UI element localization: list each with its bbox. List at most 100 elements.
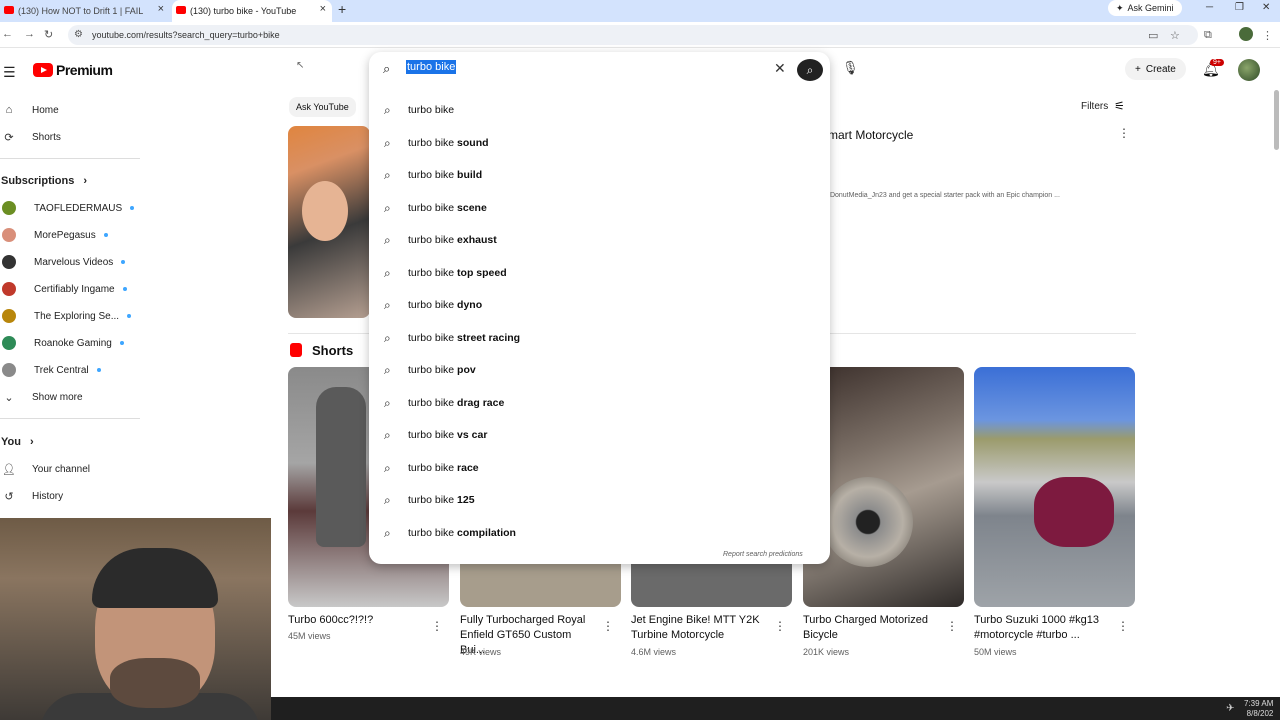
close-tab-icon[interactable]: × [320, 3, 326, 15]
sidebar-item-your-channel[interactable]: 👤︎ Your channel [0, 458, 260, 480]
new-tab-button[interactable]: + [338, 1, 346, 17]
reload-icon[interactable]: ↻ [44, 28, 53, 41]
ask-gemini-label: Ask Gemini [1127, 3, 1174, 13]
suggestion-prefix: turbo bike [408, 104, 455, 116]
more-options-icon[interactable]: ⋮ [946, 619, 958, 633]
close-window-icon[interactable]: ✕ [1262, 2, 1270, 13]
ask-youtube-label: Ask YouTube [296, 102, 349, 112]
tab-title: (130) How NOT to Drift 1 | FAIL [18, 6, 144, 16]
search-suggestion[interactable]: ⌕ turbo bike race [369, 452, 830, 484]
search-dropdown: ⌕ turbo bike ✕ ⌕ ⌕ turbo bike ⌕ turbo bike… [369, 52, 830, 564]
search-suggestion[interactable]: ⌕ turbo bike dyno [369, 289, 830, 321]
url-field[interactable]: ⚙ youtube.com/results?search_query=turbo… [68, 25, 1198, 45]
browser-tab-active[interactable]: (130) turbo bike - YouTube × [172, 0, 332, 22]
sidebar-item-label: Shorts [32, 131, 61, 143]
short-title[interactable]: Turbo Charged Motorized Bicycle [803, 613, 933, 643]
sidebar-channel[interactable]: Certifiably Ingame [0, 278, 260, 300]
more-options-icon[interactable]: ⋮ [1118, 126, 1130, 140]
search-suggestion[interactable]: ⌕ turbo bike drag race [369, 387, 830, 419]
sidebar-item-history[interactable]: ↺ History [0, 485, 260, 507]
ask-youtube-chip[interactable]: Ask YouTube [289, 97, 356, 117]
minimize-icon[interactable]: ─ [1206, 2, 1213, 13]
search-suggestion[interactable]: ⌕ turbo bike build [369, 159, 830, 191]
report-predictions-link[interactable]: Report search predictions [723, 551, 803, 558]
search-suggestion[interactable]: ⌕ turbo bike compilation [369, 517, 830, 549]
channel-name: Roanoke Gaming [34, 337, 112, 349]
history-icon: ↺ [4, 490, 14, 503]
short-title[interactable]: Jet Engine Bike! MTT Y2K Turbine Motorcy… [631, 613, 761, 643]
avatar[interactable] [1238, 59, 1260, 81]
search-icon: ⌕ [384, 167, 391, 182]
more-options-icon[interactable]: ⋮ [602, 619, 614, 633]
tab-title: (130) turbo bike - YouTube [190, 6, 297, 16]
ask-gemini-button[interactable]: ✦ Ask Gemini [1108, 0, 1182, 16]
sidebar-item-shorts[interactable]: ⟳ Shorts [0, 126, 260, 148]
short-title[interactable]: Turbo Suzuki 1000 #kg13 #motorcycle #tur… [974, 613, 1104, 643]
search-icon: ⌕ [384, 362, 391, 377]
sidebar-channel[interactable]: Marvelous Videos [0, 251, 260, 273]
more-options-icon[interactable]: ⋮ [431, 619, 443, 633]
sidebar-channel[interactable]: Trek Central [0, 359, 260, 381]
chevron-down-icon: ⌄ [4, 391, 14, 404]
new-content-dot [103, 233, 108, 237]
clear-search-icon[interactable]: ✕ [774, 60, 786, 77]
cast-icon[interactable]: ▭ [1148, 29, 1158, 42]
you-heading[interactable]: You › [1, 436, 34, 448]
channel-name: Marvelous Videos [34, 256, 114, 268]
short-title-line: #motorcycle #turbo ... [974, 629, 1080, 641]
scrollbar[interactable] [1274, 90, 1279, 150]
suggestion-prefix: turbo bike [408, 202, 455, 214]
forward-icon[interactable]: → [24, 28, 35, 40]
network-icon[interactable]: ✈ [1226, 703, 1234, 714]
short-thumbnail[interactable] [974, 367, 1135, 607]
taskbar-clock[interactable]: 7:39 AM 8/8/202 [1244, 699, 1273, 719]
youtube-favicon-icon [176, 6, 186, 14]
voice-search-icon[interactable]: 🎙︎ [842, 60, 859, 76]
video-thumbnail[interactable] [288, 126, 370, 318]
suggestion-completion: dyno [454, 299, 483, 311]
filters-sliders-icon[interactable]: ⚟ [1114, 99, 1125, 113]
site-info-icon[interactable]: ⚙ [74, 29, 83, 40]
show-more-button[interactable]: ⌄ Show more [0, 386, 260, 408]
search-suggestion[interactable]: ⌕ turbo bike [369, 94, 830, 126]
sidebar-channel[interactable]: Roanoke Gaming [0, 332, 260, 354]
search-button[interactable]: ⌕ [797, 59, 823, 81]
subscriptions-heading[interactable]: Subscriptions › [1, 175, 87, 187]
close-tab-icon[interactable]: × [158, 3, 164, 15]
more-options-icon[interactable]: ⋮ [1117, 619, 1129, 633]
restore-icon[interactable]: ❐ [1235, 2, 1244, 13]
suggestion-completion: vs car [454, 429, 488, 441]
webcam-beanie [92, 548, 218, 608]
browser-tab[interactable]: (130) How NOT to Drift 1 | FAIL × [0, 0, 170, 22]
video-title[interactable]: mart Motorcycle [828, 128, 913, 142]
menu-dots-icon[interactable]: ⋮ [1262, 29, 1273, 42]
search-suggestion[interactable]: ⌕ turbo bike sound [369, 127, 830, 159]
create-button[interactable]: + Create [1125, 58, 1186, 80]
thumbnail-bike [1034, 477, 1114, 547]
hamburger-menu-icon[interactable]: ☰ [3, 64, 16, 81]
more-options-icon[interactable]: ⋮ [774, 619, 786, 633]
search-suggestion[interactable]: ⌕ turbo bike vs car [369, 419, 830, 451]
webcam-beard [110, 658, 200, 708]
search-suggestion[interactable]: ⌕ turbo bike 125 [369, 484, 830, 516]
search-input[interactable]: turbo bike [406, 60, 457, 79]
search-suggestion[interactable]: ⌕ turbo bike top speed [369, 257, 830, 289]
bookmark-star-icon[interactable]: ☆ [1170, 29, 1180, 42]
browser-profile-avatar[interactable] [1239, 27, 1253, 41]
sidebar-channel[interactable]: The Exploring Se... [0, 305, 260, 327]
search-suggestion[interactable]: ⌕ turbo bike exhaust [369, 224, 830, 256]
search-suggestion[interactable]: ⌕ turbo bike scene [369, 192, 830, 224]
sidebar-channel[interactable]: MorePegasus [0, 224, 260, 246]
plus-icon: + [1135, 63, 1141, 75]
sidebar-channel[interactable]: TAOFLEDERMAUS [0, 197, 260, 219]
new-content-dot [121, 260, 126, 264]
short-title[interactable]: Turbo 600cc?!?!? [288, 613, 418, 628]
back-icon[interactable]: ← [2, 28, 13, 40]
youtube-logo[interactable]: Premium [33, 62, 113, 78]
search-suggestion[interactable]: ⌕ turbo bike pov [369, 354, 830, 386]
search-suggestion[interactable]: ⌕ turbo bike street racing [369, 322, 830, 354]
extensions-icon[interactable]: ⧉ [1204, 29, 1212, 42]
search-box[interactable]: ⌕ turbo bike ✕ ⌕ [369, 52, 830, 88]
filters-button[interactable]: Filters [1081, 101, 1108, 112]
sidebar-item-home[interactable]: ⌂ Home [0, 99, 260, 121]
